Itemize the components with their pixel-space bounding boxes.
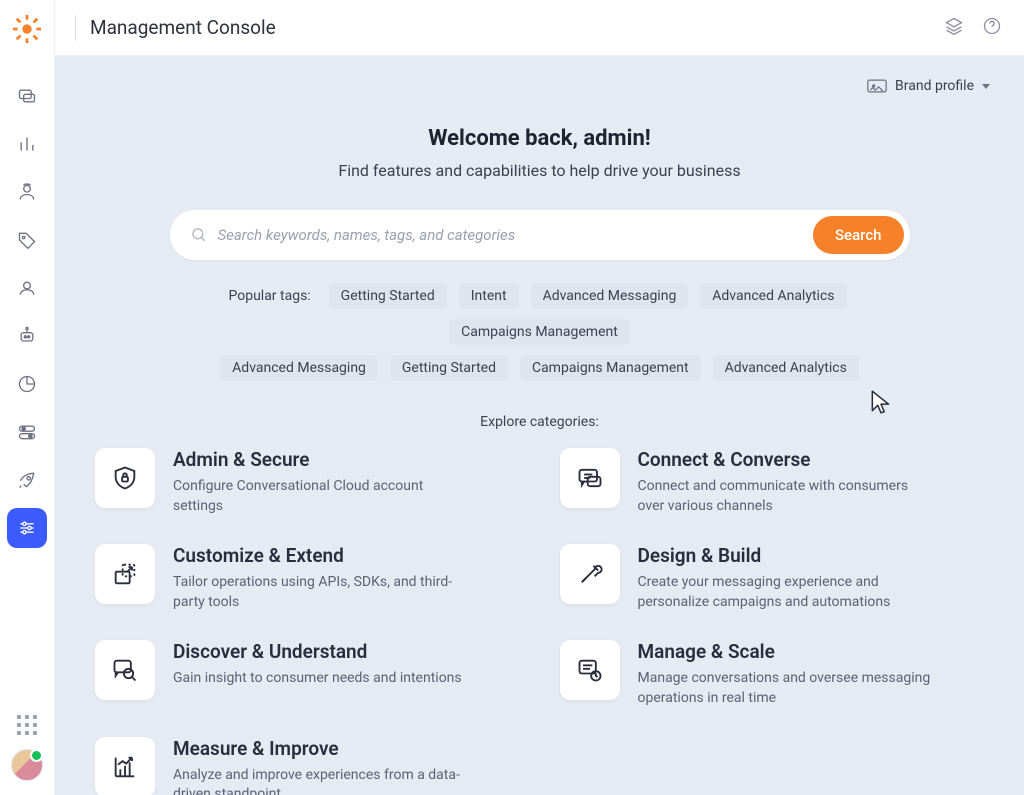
campaign-icon[interactable] <box>7 460 47 500</box>
chevron-down-icon <box>982 84 990 89</box>
card-design-build[interactable]: Design & Build Create your messaging exp… <box>560 544 985 612</box>
user-icon[interactable] <box>7 268 47 308</box>
agent-icon[interactable] <box>7 172 47 212</box>
messaging-icon[interactable] <box>7 76 47 116</box>
card-title: Manage & Scale <box>638 640 938 663</box>
card-desc: Gain insight to consumer needs and inten… <box>173 669 462 689</box>
card-desc: Manage conversations and oversee messagi… <box>638 669 938 708</box>
chat-icon <box>560 448 620 508</box>
tag-getting-started[interactable]: Getting Started <box>329 283 447 309</box>
card-title: Connect & Converse <box>638 448 938 471</box>
tag-intent[interactable]: Intent <box>459 283 519 309</box>
card-desc: Configure Conversational Cloud account s… <box>173 477 473 516</box>
toggle-icon[interactable] <box>7 412 47 452</box>
brand-profile-label: Brand profile <box>895 78 974 94</box>
card-admin-secure[interactable]: Admin & Secure Configure Conversational … <box>95 448 520 516</box>
card-measure-improve[interactable]: Measure & Improve Analyze and improve ex… <box>95 737 520 795</box>
search-chat-icon <box>95 640 155 700</box>
card-title: Design & Build <box>638 544 938 567</box>
main-area: Management Console Brand profile <box>55 0 1024 795</box>
card-discover-understand[interactable]: Discover & Understand Gain insight to co… <box>95 640 520 708</box>
tag-advanced-analytics-2[interactable]: Advanced Analytics <box>713 355 859 381</box>
page-title: Management Console <box>90 16 276 39</box>
tag-getting-started-2[interactable]: Getting Started <box>390 355 508 381</box>
layers-icon[interactable] <box>944 16 964 40</box>
card-manage-scale[interactable]: Manage & Scale Manage conversations and … <box>560 640 985 708</box>
avatar[interactable] <box>11 749 43 781</box>
top-bar: Management Console <box>55 0 1024 56</box>
help-icon[interactable] <box>982 16 1002 40</box>
card-title: Admin & Secure <box>173 448 473 471</box>
chart-up-icon <box>95 737 155 795</box>
tag-campaigns-management[interactable]: Campaigns Management <box>449 319 630 345</box>
card-desc: Create your messaging experience and per… <box>638 573 938 612</box>
divider <box>75 15 76 41</box>
data-icon[interactable] <box>7 364 47 404</box>
card-desc: Tailor operations using APIs, SDKs, and … <box>173 573 473 612</box>
tools-icon <box>560 544 620 604</box>
card-title: Customize & Extend <box>173 544 473 567</box>
card-title: Measure & Improve <box>173 737 473 760</box>
card-desc: Analyze and improve experiences from a d… <box>173 766 473 795</box>
card-connect-converse[interactable]: Connect & Converse Connect and communica… <box>560 448 985 516</box>
brand-profile-icon <box>867 79 887 93</box>
tag-icon[interactable] <box>7 220 47 260</box>
tags-label: Popular tags: <box>228 288 310 304</box>
bot-icon[interactable] <box>7 316 47 356</box>
card-title: Discover & Understand <box>173 640 462 663</box>
extend-icon <box>95 544 155 604</box>
search-icon <box>190 226 208 244</box>
management-console-icon[interactable] <box>7 508 47 548</box>
tag-advanced-messaging[interactable]: Advanced Messaging <box>531 283 689 309</box>
brand-profile-dropdown[interactable]: Brand profile <box>867 78 990 94</box>
explore-label: Explore categories: <box>95 414 984 430</box>
popular-tags: Popular tags: Getting Started Intent Adv… <box>160 278 920 386</box>
category-cards: Admin & Secure Configure Conversational … <box>95 448 984 795</box>
analytics-icon[interactable] <box>7 124 47 164</box>
apps-menu-icon[interactable] <box>17 715 37 735</box>
search-bar: Search <box>170 210 910 260</box>
welcome-subtitle: Find features and capabilities to help d… <box>95 161 984 180</box>
tag-advanced-messaging-2[interactable]: Advanced Messaging <box>220 355 378 381</box>
brand-logo-icon <box>12 14 42 44</box>
welcome-title: Welcome back, admin! <box>95 126 984 151</box>
search-input[interactable] <box>218 226 813 244</box>
card-desc: Connect and communicate with consumers o… <box>638 477 938 516</box>
search-button[interactable]: Search <box>813 216 904 254</box>
tag-campaigns-management-2[interactable]: Campaigns Management <box>520 355 701 381</box>
manage-icon <box>560 640 620 700</box>
tag-advanced-analytics[interactable]: Advanced Analytics <box>700 283 846 309</box>
shield-lock-icon <box>95 448 155 508</box>
card-customize-extend[interactable]: Customize & Extend Tailor operations usi… <box>95 544 520 612</box>
side-rail <box>0 0 55 795</box>
